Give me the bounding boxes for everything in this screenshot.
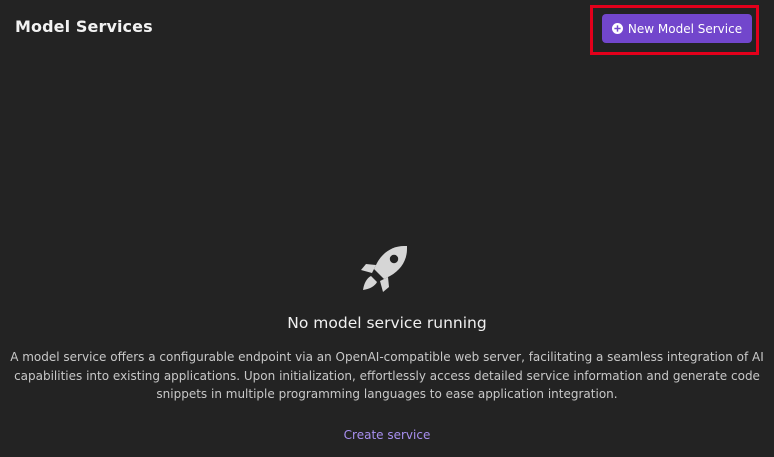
page-title: Model Services xyxy=(15,17,153,36)
plus-circle-icon xyxy=(611,23,623,34)
new-model-service-button[interactable]: New Model Service xyxy=(602,14,752,43)
empty-state-description: A model service offers a configurable en… xyxy=(10,350,764,401)
page-header: Model Services New Model Service xyxy=(0,0,774,56)
rocket-icon xyxy=(361,246,407,292)
empty-state-title: No model service running xyxy=(287,314,487,332)
model-services-page: Model Services New Model Service No mode… xyxy=(0,0,774,457)
create-service-link-wrapper: Create service xyxy=(0,428,774,442)
create-service-link[interactable]: Create service xyxy=(344,428,431,442)
new-model-service-label: New Model Service xyxy=(627,21,743,36)
